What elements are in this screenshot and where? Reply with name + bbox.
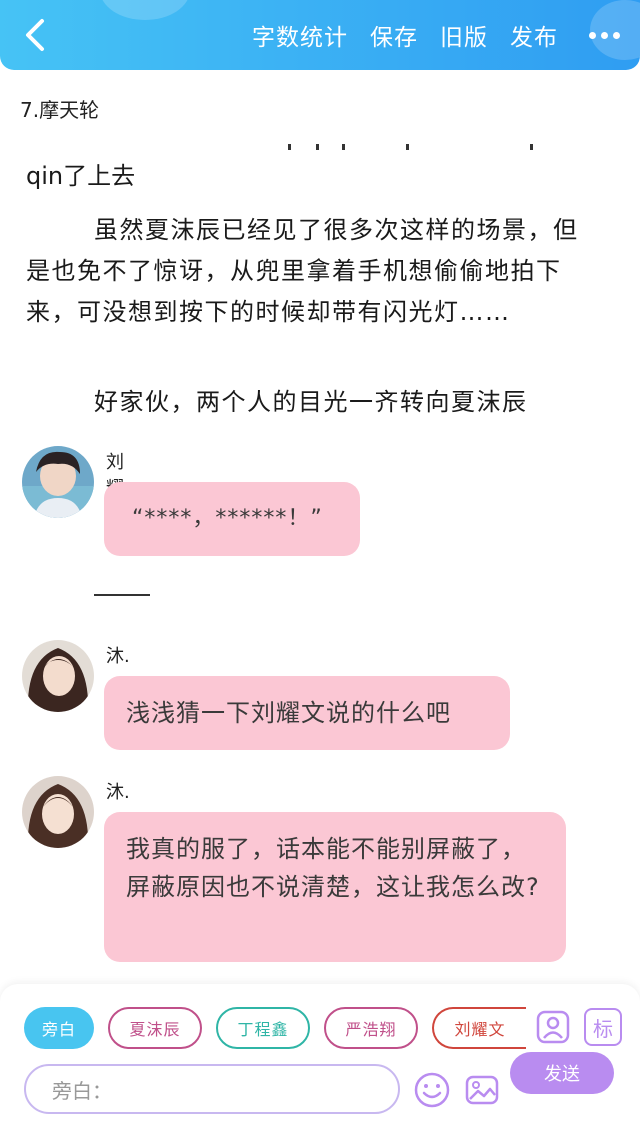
role-chip-yan-haoxiang[interactable]: 严浩翔 xyxy=(324,1007,418,1049)
cut-off-text-marks xyxy=(288,144,533,150)
message-text: 浅浅猜一下刘耀文说的什么吧 xyxy=(126,699,451,727)
save-button[interactable]: 保存 xyxy=(370,18,418,52)
more-dots-icon xyxy=(589,31,596,39)
avatar[interactable] xyxy=(22,446,94,518)
sender-name: 沐. xyxy=(106,782,130,803)
more-button[interactable] xyxy=(584,31,620,39)
story-paragraph: qin了上去 xyxy=(26,162,136,190)
sender-name: 沐. xyxy=(106,646,130,667)
bottom-input-bar: 旁白 夏沫辰 丁程鑫 严浩翔 刘耀文 标 旁白： 发送 xyxy=(0,984,640,1126)
tag-button[interactable]: 标 xyxy=(584,1008,622,1046)
chat-bubble: 我真的服了，话本能不能别屏蔽了，屏蔽原因也不说清楚，这让我怎么改? xyxy=(104,812,566,962)
emoji-button[interactable] xyxy=(412,1070,452,1110)
send-button[interactable]: 发送 xyxy=(510,1052,614,1094)
chapter-title: 7.摩天轮 xyxy=(20,98,100,122)
message-text: 我真的服了，话本能不能别屏蔽了，屏蔽原因也不说清楚，这让我怎么改? xyxy=(126,835,540,901)
role-chip-xia-mochen[interactable]: 夏沫辰 xyxy=(108,1007,202,1049)
role-chip-narrator[interactable]: 旁白 xyxy=(24,1007,94,1049)
header-actions: 字数统计 保存 旧版 发布 xyxy=(230,0,620,70)
chat-bubble: “****，******！” xyxy=(104,482,360,556)
tag-label: 标 xyxy=(593,1016,613,1041)
old-version-button[interactable]: 旧版 xyxy=(440,18,488,52)
smiley-icon xyxy=(414,1072,450,1108)
top-nav-bar: 字数统计 保存 旧版 发布 xyxy=(0,0,640,70)
header-decoration xyxy=(100,0,190,20)
avatar[interactable] xyxy=(22,640,94,712)
image-button[interactable] xyxy=(462,1070,502,1110)
role-chip-ding-chengxin[interactable]: 丁程鑫 xyxy=(216,1007,310,1049)
story-paragraph: 虽然夏沫辰已经见了很多次这样的场景，但是也免不了惊讶，从兜里拿着手机想偷偷地拍下… xyxy=(26,216,579,326)
image-icon xyxy=(465,1075,499,1105)
chat-bubble: 浅浅猜一下刘耀文说的什么吧 xyxy=(104,676,510,750)
role-manage-button[interactable] xyxy=(534,1008,572,1046)
avatar[interactable] xyxy=(22,776,94,848)
dialogue-input[interactable]: 旁白： xyxy=(24,1064,400,1114)
story-paragraph: 好家伙，两个人的目光一齐转向夏沫辰 xyxy=(94,388,528,416)
message-text: “****，******！” xyxy=(132,506,323,531)
role-chip-liu-yaowen[interactable]: 刘耀文 xyxy=(432,1007,526,1049)
back-button[interactable] xyxy=(18,14,52,56)
publish-button[interactable]: 发布 xyxy=(510,18,558,52)
divider xyxy=(94,594,150,596)
chevron-left-icon xyxy=(26,19,44,51)
word-count-button[interactable]: 字数统计 xyxy=(252,18,348,52)
input-placeholder: 旁白： xyxy=(52,1078,112,1103)
person-card-icon xyxy=(536,1010,570,1044)
